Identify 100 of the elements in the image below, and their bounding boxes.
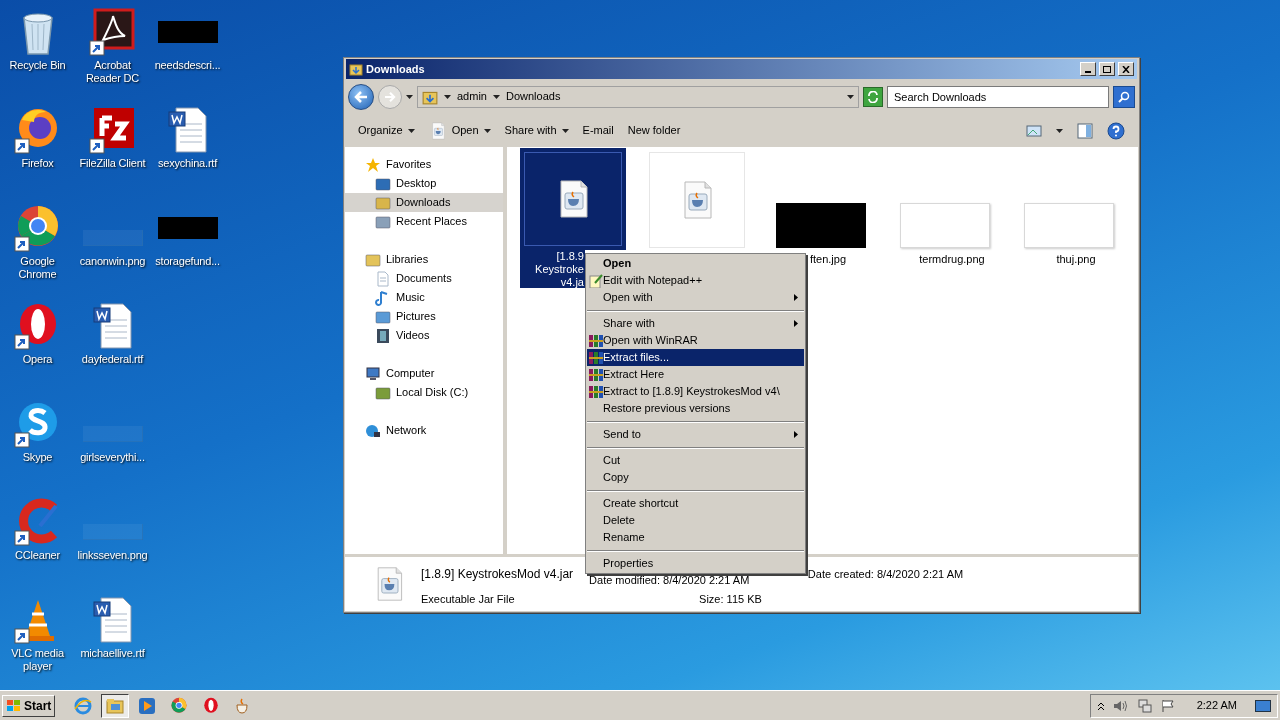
back-button[interactable] — [348, 83, 374, 110]
address-field[interactable]: admin Downloads — [417, 85, 859, 108]
desktop-icon-label[interactable]: Recycle Bin — [0, 59, 75, 72]
folder-icon — [349, 62, 363, 76]
image-thumbnail[interactable] — [1024, 203, 1114, 248]
nav-item[interactable]: Local Disk (C:) — [345, 383, 503, 402]
caret-icon — [483, 128, 491, 133]
menu-item[interactable]: Edit with Notepad++ — [587, 272, 804, 289]
toolbar-button[interactable]: Organize — [358, 122, 415, 139]
menu-item[interactable]: Send to — [587, 426, 804, 443]
file-name: ften.jpg — [808, 253, 847, 266]
menu-item[interactable]: Cut — [587, 452, 804, 469]
submenu-arrow-icon — [794, 431, 798, 438]
toolbar-button[interactable]: E-mail — [582, 122, 614, 139]
maximize-icon — [1103, 65, 1111, 73]
nav-item[interactable]: Computer — [345, 364, 503, 383]
show-desktop-icon[interactable] — [1255, 699, 1271, 712]
nav-item[interactable]: Network — [345, 421, 503, 440]
menu-item[interactable]: Extract files... — [587, 349, 804, 366]
caret-icon — [1056, 128, 1063, 133]
nav-item[interactable]: Desktop — [345, 174, 503, 193]
nav-item[interactable]: Pictures — [345, 307, 503, 326]
toolbar-button[interactable]: New folder — [627, 122, 681, 139]
start-button[interactable]: Start — [2, 694, 56, 717]
desktop-icon-label[interactable]: Google Chrome — [0, 255, 75, 281]
menu-item[interactable]: Open with — [587, 289, 804, 306]
nav-item[interactable]: Videos — [345, 326, 503, 345]
desktop-icon-label[interactable]: storagefund... — [150, 255, 225, 268]
caret-icon — [492, 94, 500, 99]
play-icon[interactable] — [138, 696, 157, 715]
toolbar-button[interactable]: Share with — [504, 122, 569, 139]
desktop-icon-label[interactable]: VLC media player — [0, 647, 75, 673]
maximize-button[interactable] — [1099, 62, 1115, 76]
menu-item[interactable]: Open with WinRAR — [587, 332, 804, 349]
desktop-icon-label[interactable]: linksseven.png — [75, 549, 150, 562]
search-icon — [1118, 90, 1130, 103]
image-thumbnail[interactable] — [900, 203, 990, 248]
o-ring-icon[interactable] — [202, 696, 221, 715]
nav-item[interactable]: Downloads — [345, 193, 503, 212]
file-size: Size: 115 KB — [698, 593, 762, 606]
network-icon — [365, 422, 381, 439]
refresh-button[interactable] — [863, 86, 883, 107]
menu-item[interactable]: Restore previous versions — [587, 400, 804, 417]
notepad-icon — [589, 273, 603, 288]
submenu-arrow-icon — [794, 320, 798, 327]
books-icon — [589, 350, 603, 365]
desktop-icon-label[interactable]: sexychina.rtf — [150, 157, 225, 170]
speaker-icon[interactable] — [1112, 698, 1129, 713]
desktop-icon-label[interactable]: Skype — [0, 451, 75, 464]
desktop-icon-label[interactable]: Firefox — [0, 157, 75, 170]
close-icon — [1122, 65, 1130, 73]
picture-view-icon[interactable] — [1026, 123, 1042, 138]
thumbnail-frame[interactable] — [649, 152, 745, 248]
clock[interactable]: 2:22 AM — [1196, 697, 1237, 714]
menu-item[interactable]: Copy — [587, 469, 804, 486]
taskbar-button[interactable] — [101, 693, 130, 718]
desktop-icon-label[interactable]: Acrobat Reader DC — [75, 59, 150, 85]
close-button[interactable] — [1118, 62, 1134, 76]
books-icon — [589, 333, 603, 348]
menu-item[interactable]: Properties — [587, 555, 804, 572]
menu-item[interactable]: Delete — [587, 512, 804, 529]
menu-item[interactable]: Rename — [587, 529, 804, 546]
desktop-icon-label[interactable]: girlseverythi... — [75, 451, 150, 464]
desktop-icon-label[interactable]: CCleaner — [0, 549, 75, 562]
flag-icon[interactable] — [1160, 698, 1175, 713]
file-name: termdrug.png — [918, 253, 985, 266]
menu-item[interactable]: Share with — [587, 315, 804, 332]
desktop-icon-label[interactable]: canonwin.png — [75, 255, 150, 268]
desktop-icon-label[interactable]: needsdescri... — [150, 59, 225, 72]
nav-item[interactable]: Music — [345, 288, 503, 307]
toolbar-button[interactable]: Open — [428, 121, 491, 140]
desktop-icon-label[interactable]: Opera — [0, 353, 75, 366]
videos-icon — [375, 327, 391, 344]
breadcrumb[interactable]: Downloads — [505, 88, 561, 105]
file-type: Executable Jar File — [421, 593, 516, 606]
date-modified: Date modified: 8/4/2020 2:21 AM — [589, 573, 751, 587]
search-button[interactable] — [1113, 85, 1135, 108]
menu-item[interactable]: Open — [587, 255, 804, 272]
caret-icon — [561, 128, 569, 133]
tricolor-circle-icon[interactable] — [170, 696, 189, 715]
search-field[interactable]: Search Downloads — [887, 85, 1109, 108]
menu-item[interactable]: Create shortcut — [587, 495, 804, 512]
desktop-icon-label[interactable]: FileZilla Client — [75, 157, 150, 170]
desktop-icon-label[interactable]: michaellive.rtf — [75, 647, 150, 660]
show-hidden-icons-icon[interactable] — [1096, 700, 1105, 711]
menu-item[interactable]: Extract Here — [587, 366, 804, 383]
menu-item[interactable]: Extract to [1.8.9] KeystrokesMod v4\ — [587, 383, 804, 400]
help-icon[interactable] — [1107, 121, 1125, 140]
nav-item[interactable]: Documents — [345, 269, 503, 288]
redacted-thumbnail[interactable] — [776, 203, 866, 248]
nav-item[interactable]: Favorites — [345, 155, 503, 174]
desktop-icon-label[interactable]: dayfederal.rtf — [75, 353, 150, 366]
breadcrumb[interactable]: admin — [457, 88, 487, 105]
nav-item[interactable]: Recent Places — [345, 212, 503, 231]
minimize-button[interactable] — [1080, 62, 1096, 76]
nav-item[interactable]: Libraries — [345, 250, 503, 269]
e-logo-icon[interactable] — [74, 696, 93, 715]
network-icon[interactable] — [1136, 698, 1153, 713]
back-arrow-icon — [354, 90, 368, 103]
preview-pane-icon[interactable] — [1077, 122, 1093, 139]
